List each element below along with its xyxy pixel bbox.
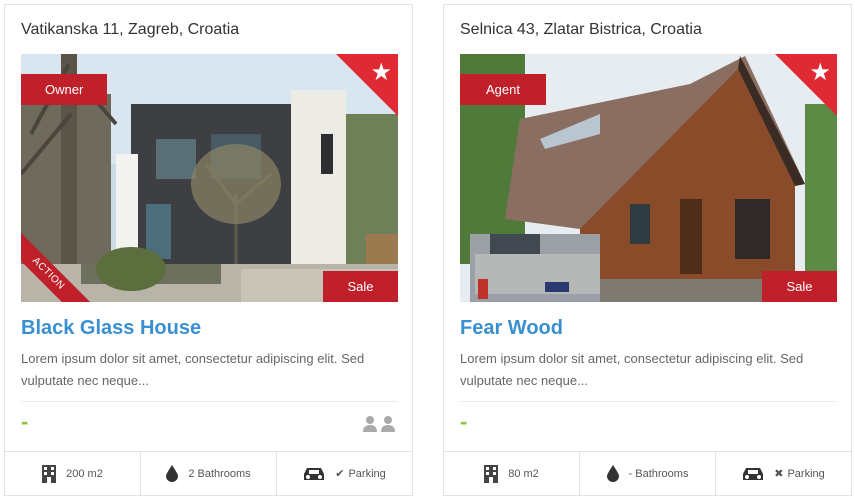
feature-parking: ✔ Parking [277, 452, 412, 495]
property-address: Vatikanska 11, Zagreb, Croatia [21, 21, 240, 38]
feature-bathrooms: - Bathrooms [580, 452, 716, 495]
property-price: - [21, 409, 29, 434]
water-drop-icon [606, 465, 619, 482]
property-title[interactable]: Black Glass House [21, 317, 201, 340]
sale-badge: Sale [762, 271, 837, 302]
property-photo[interactable]: Agent Sale ★ [460, 54, 837, 302]
star-icon: ★ [370, 58, 392, 86]
action-ribbon-label: ACTION [21, 232, 91, 302]
property-price: - [460, 409, 468, 434]
property-description: Lorem ipsum dolor sit amet, consectetur … [460, 351, 804, 388]
property-card[interactable]: Selnica 43, Zlatar Bistrica, Croatia Age… [443, 4, 852, 496]
property-address: Selnica 43, Zlatar Bistrica, Croatia [460, 21, 702, 38]
feature-parking: ✖ Parking [716, 452, 851, 495]
users-icon[interactable] [362, 416, 396, 432]
divider [21, 401, 398, 402]
bathrooms-value: - Bathrooms [628, 467, 689, 480]
property-features: 80 m2 - Bathrooms ✖ Parking [444, 451, 851, 495]
property-description: Lorem ipsum dolor sit amet, consectetur … [21, 351, 365, 388]
divider [460, 401, 837, 402]
building-icon [42, 464, 57, 483]
property-photo[interactable]: Owner Sale ★ ACTION [21, 54, 398, 302]
car-icon [303, 466, 325, 482]
property-title[interactable]: Fear Wood [460, 317, 563, 340]
star-icon: ★ [809, 58, 831, 86]
property-features: 200 m2 2 Bathrooms ✔ Parking [5, 451, 412, 495]
agent-badge: Agent [460, 74, 546, 105]
car-icon [742, 466, 764, 482]
feature-bathrooms: 2 Bathrooms [141, 452, 277, 495]
cross-icon: ✖ [774, 467, 784, 480]
feature-area: 200 m2 [5, 452, 141, 495]
parking-value: Parking [787, 467, 825, 480]
property-card[interactable]: Vatikanska 11, Zagreb, Croatia Owner Sal… [4, 4, 413, 496]
feature-area: 80 m2 [444, 452, 580, 495]
sale-badge: Sale [323, 271, 398, 302]
building-icon [484, 464, 499, 483]
bathrooms-value: 2 Bathrooms [188, 467, 251, 480]
water-drop-icon [166, 465, 179, 482]
action-ribbon: ACTION [21, 232, 91, 302]
owner-badge: Owner [21, 74, 108, 105]
parking-value: Parking [348, 467, 386, 480]
check-icon: ✔ [335, 467, 345, 480]
area-value: 80 m2 [508, 467, 539, 480]
area-value: 200 m2 [66, 467, 103, 480]
